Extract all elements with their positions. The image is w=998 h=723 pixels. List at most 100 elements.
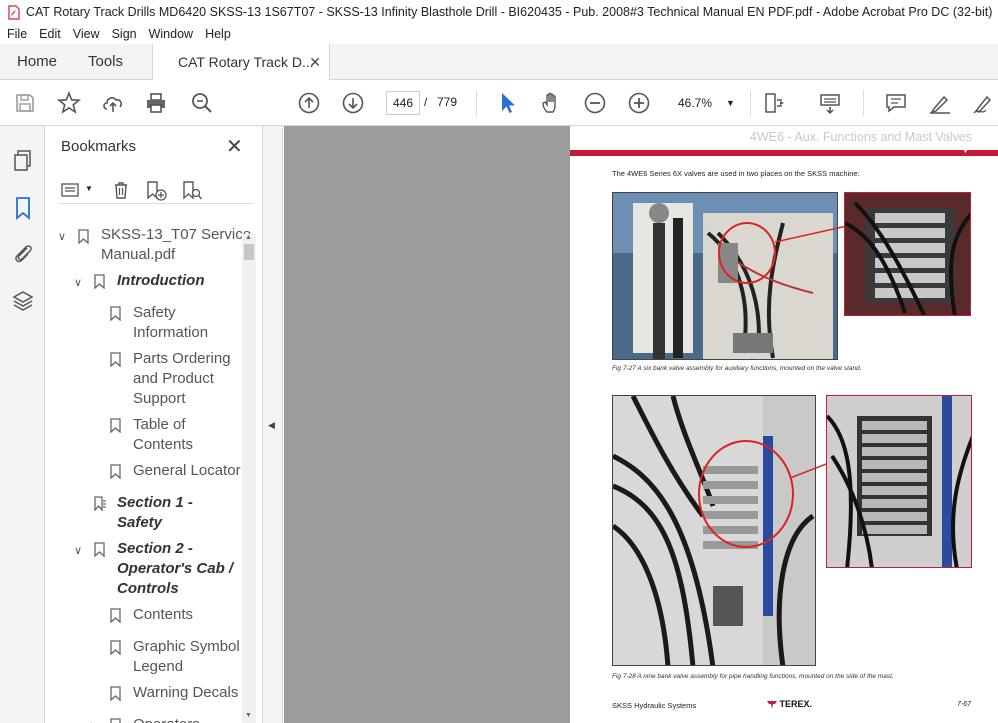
- bookmark-item-warning-decals[interactable]: Warning Decals: [133, 683, 238, 703]
- next-page-icon[interactable]: [341, 91, 365, 115]
- header-rule: [570, 150, 998, 156]
- figure-7-27-caption: Fig 7-27 A six bank valve assembly for a…: [612, 365, 862, 372]
- terex-mark-icon: [767, 700, 777, 709]
- callout-line: [775, 225, 847, 243]
- collapse-arrow-icon[interactable]: ◀: [268, 420, 275, 431]
- bookmark-item-table-of-contents[interactable]: Table of Contents: [133, 415, 193, 455]
- new-bookmark-icon[interactable]: [145, 180, 167, 202]
- zoom-search-icon[interactable]: [190, 91, 214, 115]
- bookmark-item-operators[interactable]: Operators: [133, 715, 200, 723]
- hand-tool-icon[interactable]: [539, 91, 563, 115]
- find-bookmark-icon[interactable]: [181, 180, 203, 202]
- bookmark-item-safety-information[interactable]: Safety Information: [133, 303, 208, 343]
- zoom-out-icon[interactable]: [583, 91, 607, 115]
- bookmark-label: Support: [133, 390, 186, 407]
- select-cursor-icon[interactable]: [496, 91, 520, 115]
- toolbar-divider: [863, 90, 864, 116]
- tab-bar: Home Tools CAT Rotary Track D... ✕: [0, 44, 998, 81]
- menu-window[interactable]: Window: [149, 27, 193, 41]
- bookmark-item-introduction[interactable]: Introduction: [117, 271, 204, 291]
- chevron-down-icon[interactable]: ∨: [74, 544, 82, 557]
- save-icon[interactable]: [13, 91, 37, 115]
- zoom-level-select[interactable]: 46.7% ▼: [668, 91, 742, 115]
- mast-valve-closeup-photo: [826, 395, 972, 568]
- chevron-down-icon[interactable]: ∨: [74, 276, 82, 289]
- bookmarks-panel: Bookmarks ✕ ▼ ∨ SKSS-13_T07 Service Manu…: [45, 126, 263, 723]
- bookmarks-scrollbar[interactable]: ▲ ▼: [242, 234, 256, 723]
- bookmark-label: Contents: [133, 436, 194, 453]
- page-fit-icon[interactable]: [762, 91, 786, 115]
- bookmark-icon: [110, 718, 121, 723]
- bookmark-item-section-2[interactable]: Section 2 - Operator's Cab / Controls: [117, 539, 233, 599]
- toolbar: 446 / 779 46.7% ▼: [0, 80, 998, 126]
- panel-collapse-strip[interactable]: ◀: [263, 126, 283, 723]
- chevron-down-icon[interactable]: ∨: [58, 230, 66, 243]
- page-thumbnails-icon[interactable]: [11, 148, 35, 172]
- bookmark-label: Warning Decals: [133, 684, 239, 701]
- bookmark-list-icon: [94, 496, 106, 511]
- options-list-icon[interactable]: [61, 181, 79, 199]
- menu-sign[interactable]: Sign: [112, 27, 137, 41]
- menu-edit[interactable]: Edit: [39, 27, 61, 41]
- highlight-circle: [698, 440, 794, 548]
- bookmark-icon: [110, 418, 121, 433]
- star-icon[interactable]: [56, 90, 82, 115]
- bookmark-label: Operator's Cab /: [117, 560, 234, 577]
- scrollbar-thumb[interactable]: [244, 244, 254, 260]
- upload-cloud-icon[interactable]: [101, 91, 125, 115]
- scroll-up-icon[interactable]: ▲: [245, 234, 252, 241]
- delete-trash-icon[interactable]: [111, 180, 131, 200]
- title-bar: CAT Rotary Track Drills MD6420 SKSS-13 1…: [0, 0, 998, 24]
- bookmark-item-graphic-symbol-legend[interactable]: Graphic Symbol Legend: [133, 637, 240, 677]
- page-number-input[interactable]: 446: [386, 91, 420, 115]
- bookmark-label: and Product: [133, 370, 214, 387]
- tab-document[interactable]: CAT Rotary Track D... ✕: [152, 44, 330, 81]
- bookmark-item-contents[interactable]: Contents: [133, 605, 193, 625]
- bookmark-item-section-1-safety[interactable]: Section 1 - Safety: [117, 493, 193, 533]
- terex-logo-text: TEREX.: [779, 699, 813, 709]
- bookmark-label: Safety: [117, 514, 163, 531]
- terex-logo: TEREX.: [767, 699, 812, 709]
- print-icon[interactable]: [144, 91, 168, 115]
- menu-file[interactable]: File: [7, 27, 27, 41]
- close-panel-icon[interactable]: ✕: [226, 134, 243, 159]
- menu-bar: File Edit View Sign Window Help: [0, 24, 998, 44]
- tab-home[interactable]: Home: [17, 44, 57, 80]
- bookmark-label: Legend: [133, 658, 184, 675]
- page-total: 779: [437, 95, 458, 109]
- document-view[interactable]: 4WE6 - Aux. Functions and Mast Valves ▼ …: [284, 126, 998, 723]
- navigation-rail: [0, 126, 45, 723]
- bookmarks-panel-icon[interactable]: [11, 196, 35, 220]
- menu-view[interactable]: View: [73, 27, 100, 41]
- chevron-right-icon[interactable]: ›: [90, 719, 94, 723]
- bookmark-item-parts-ordering[interactable]: Parts Ordering and Product Support: [133, 349, 231, 409]
- highlight-pen-icon[interactable]: [928, 91, 952, 115]
- tab-tools[interactable]: Tools: [88, 44, 123, 80]
- bookmark-label: Safety: [133, 304, 176, 321]
- bookmark-label: Controls: [117, 580, 179, 597]
- close-tab-icon[interactable]: ✕: [309, 44, 321, 80]
- bookmark-label: Graphic Symbol: [133, 638, 240, 655]
- menu-help[interactable]: Help: [205, 27, 231, 41]
- bookmark-icon: [110, 306, 121, 321]
- previous-page-icon[interactable]: [297, 91, 321, 115]
- bookmark-label: Parts Ordering: [133, 350, 231, 367]
- chevron-down-icon[interactable]: ▼: [85, 184, 93, 193]
- keyboard-scroll-icon[interactable]: [818, 91, 842, 115]
- bookmark-item-general-locator[interactable]: General Locator: [133, 461, 241, 481]
- layers-icon[interactable]: [11, 289, 35, 313]
- page-footer-number: 7-67: [957, 701, 972, 708]
- bookmark-icon: [110, 608, 121, 623]
- bookmark-item-root[interactable]: SKSS-13_T07 Service Manual.pdf: [101, 225, 251, 265]
- zoom-level-value: 46.7%: [678, 96, 713, 110]
- bookmark-label: Information: [133, 324, 209, 341]
- page-intro-text: The 4WE6 Series 6X valves are used in tw…: [612, 169, 860, 178]
- header-chevron-icon: ▼: [962, 148, 969, 155]
- scroll-down-icon[interactable]: ▼: [245, 712, 252, 719]
- comment-icon[interactable]: [884, 91, 908, 115]
- sign-pen-icon[interactable]: [972, 91, 996, 115]
- attachments-icon[interactable]: [11, 241, 35, 265]
- page-footer-section: SKSS Hydraulic Systems: [612, 701, 697, 710]
- zoom-in-icon[interactable]: [627, 91, 651, 115]
- bookmark-label: Manual.pdf: [101, 246, 176, 263]
